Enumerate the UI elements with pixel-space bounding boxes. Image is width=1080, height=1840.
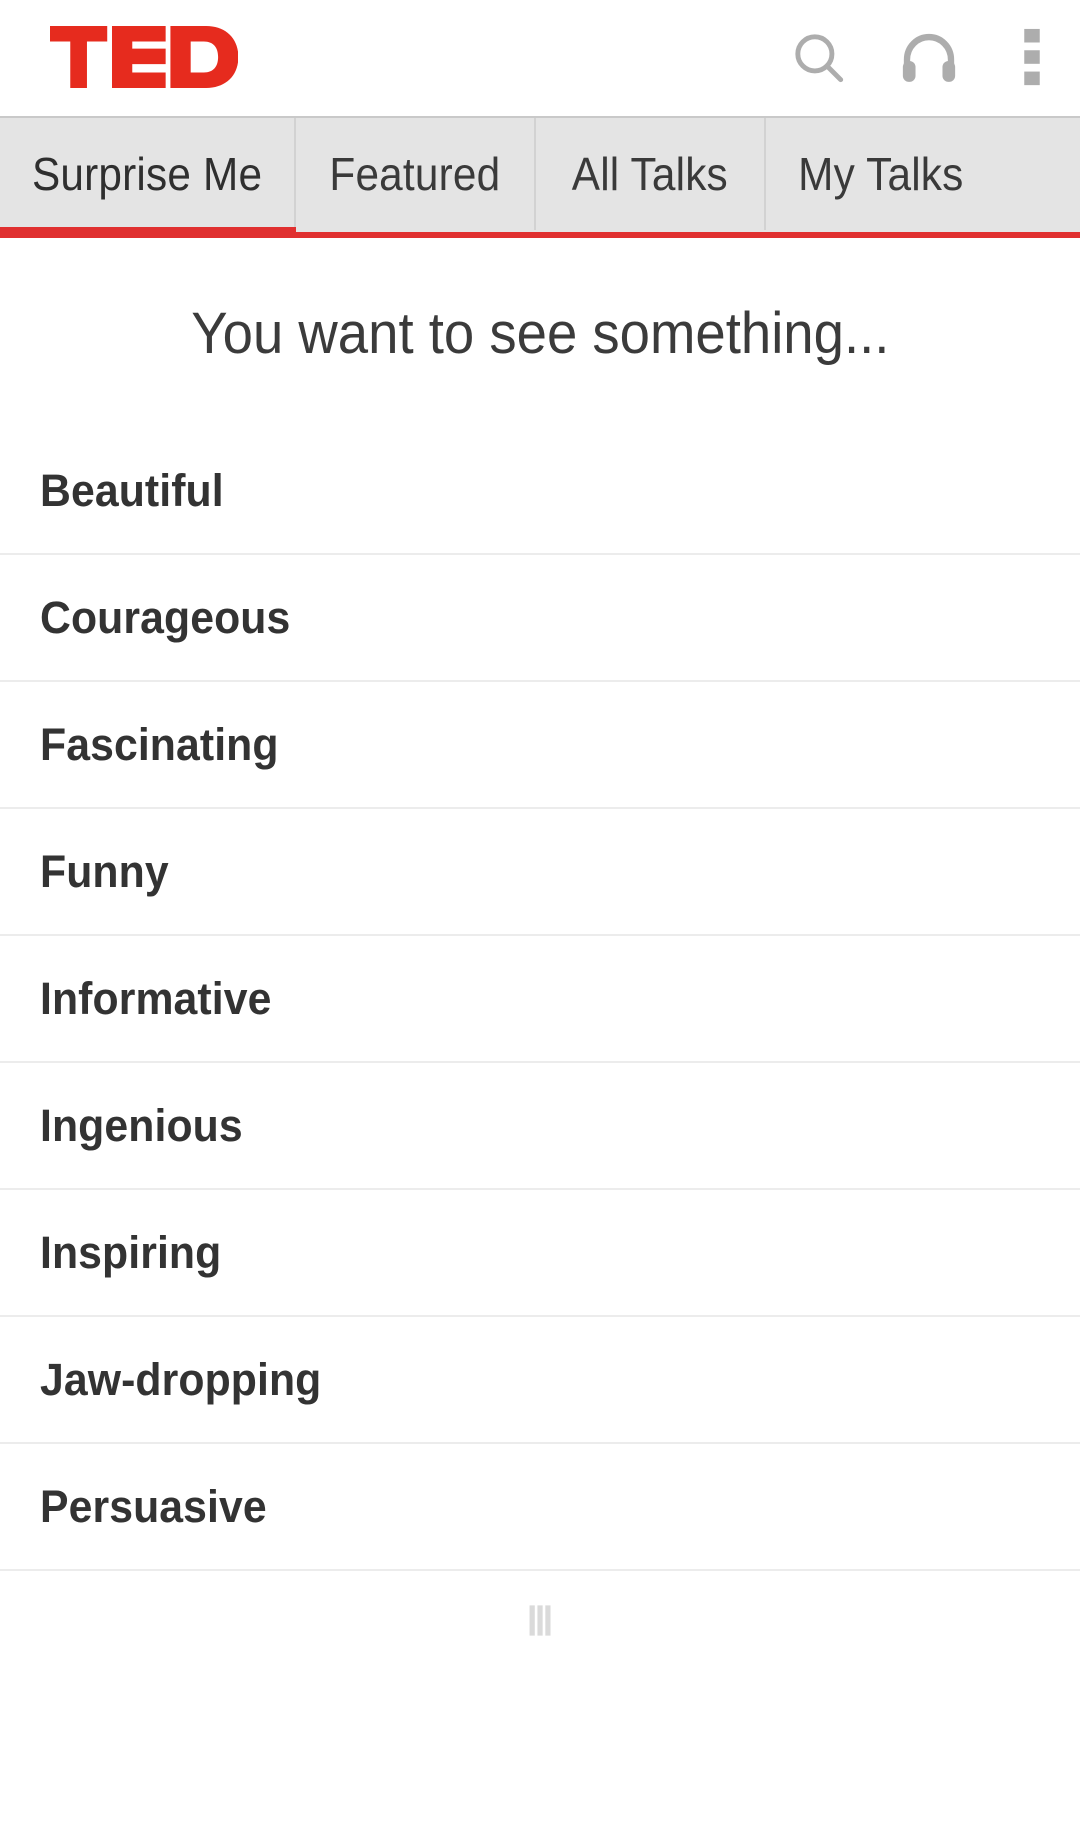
tab-bar: Surprise Me Featured All Talks My Talks [0, 118, 1080, 238]
mood-label: Beautiful [40, 464, 224, 516]
app-bar-actions [764, 0, 1080, 116]
mood-label: Funny [40, 845, 169, 897]
more-options-button[interactable] [984, 0, 1080, 116]
mood-label: Courageous [40, 591, 291, 643]
tab-label: Featured [329, 148, 501, 200]
mood-label: Jaw-dropping [40, 1353, 322, 1405]
mood-label: Persuasive [40, 1480, 267, 1532]
mood-label: Inspiring [40, 1226, 222, 1278]
mood-label: Fascinating [40, 718, 279, 770]
mood-list: Beautiful Courageous Fascinating Funny I… [0, 428, 1080, 1661]
list-item[interactable]: Courageous [0, 555, 1080, 682]
page-title: You want to see something... [190, 300, 890, 366]
tab-featured[interactable]: Featured [296, 118, 536, 230]
tab-label: My Talks [798, 148, 964, 200]
headphones-icon [896, 25, 962, 91]
ted-app-screen: Surprise Me Featured All Talks My Talks … [0, 0, 1080, 1840]
search-icon [788, 27, 850, 89]
tab-strip[interactable]: Surprise Me Featured All Talks My Talks [0, 118, 1080, 230]
tab-my-talks[interactable]: My Talks [766, 118, 996, 230]
list-item[interactable]: Jaw-dropping [0, 1317, 1080, 1444]
tab-label: Surprise Me [31, 148, 263, 200]
list-item[interactable]: Fascinating [0, 682, 1080, 809]
app-bar [0, 0, 1080, 118]
partial-row-hint: Ⅲ [526, 1600, 554, 1644]
list-item-partial[interactable]: Ⅲ [0, 1571, 1080, 1661]
more-vert-icon [1024, 27, 1040, 89]
list-item[interactable]: Inspiring [0, 1190, 1080, 1317]
list-item[interactable]: Informative [0, 936, 1080, 1063]
list-item[interactable]: Beautiful [0, 428, 1080, 555]
ted-logo[interactable] [50, 26, 239, 88]
headphones-button[interactable] [874, 0, 984, 116]
tab-all-talks[interactable]: All Talks [536, 118, 766, 230]
list-item[interactable]: Ingenious [0, 1063, 1080, 1190]
list-item[interactable]: Persuasive [0, 1444, 1080, 1571]
mood-label: Informative [40, 972, 272, 1024]
tab-label: All Talks [571, 148, 729, 200]
search-button[interactable] [764, 0, 874, 116]
mood-label: Ingenious [40, 1099, 243, 1151]
list-item[interactable]: Funny [0, 809, 1080, 936]
prompt-heading: You want to see something... [0, 238, 1080, 428]
tab-surprise-me[interactable]: Surprise Me [0, 118, 296, 230]
active-tab-indicator [0, 227, 296, 238]
